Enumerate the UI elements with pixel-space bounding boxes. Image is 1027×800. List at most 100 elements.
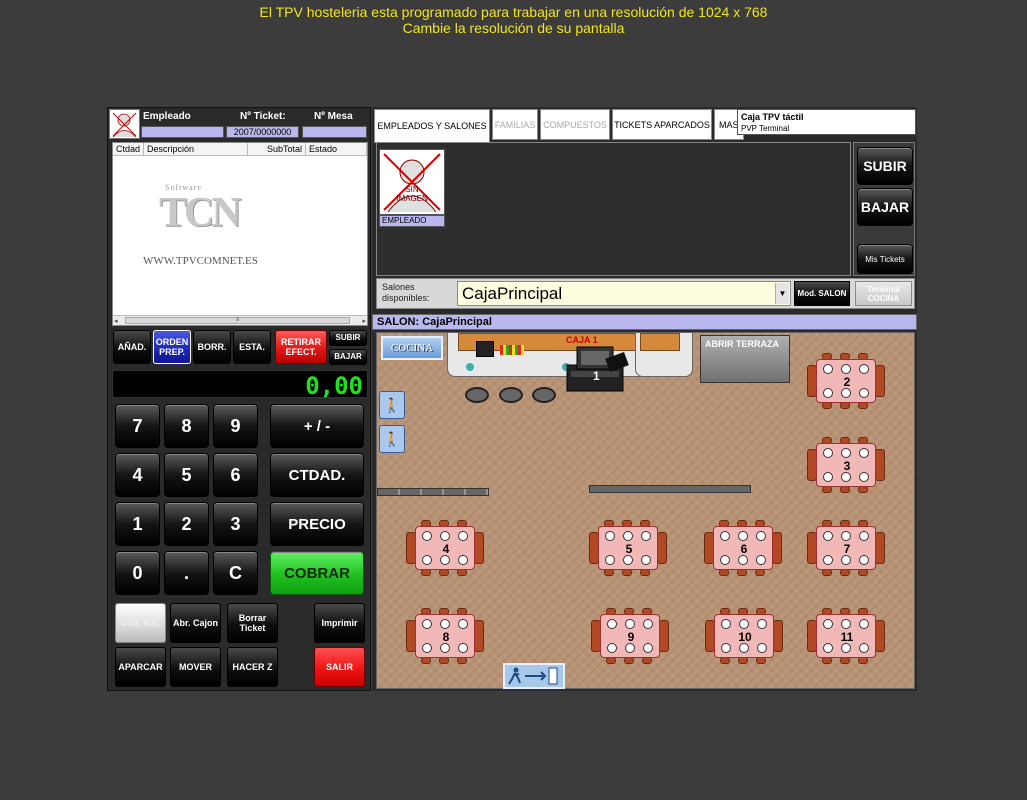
exit-sign-icon: [503, 663, 565, 689]
bar-top: [640, 333, 680, 351]
key-1[interactable]: 1: [115, 502, 160, 546]
table-number: 3: [843, 459, 851, 473]
z-report-button[interactable]: HACER Z: [227, 647, 278, 687]
table-number-field: [302, 126, 367, 138]
tcn-logo: Software TCN WWW.TPVCOMNET.ES: [143, 183, 297, 273]
key-5[interactable]: 5: [164, 453, 209, 497]
side-buttons: SUBIR BAJAR Mis Tickets: [853, 142, 915, 276]
rooms-select-value: CajaPrincipal: [462, 284, 563, 303]
employee-card-label: EMPLEADO: [379, 215, 445, 227]
terminal-title: Caja TPV táctil: [741, 112, 804, 122]
ticket-horizontal-scrollbar[interactable]: ◂ ≡ ▸: [113, 315, 367, 325]
kitchen-terminal-button[interactable]: Terminal COCINA: [855, 281, 912, 306]
park-ticket-button[interactable]: APARCAR: [115, 647, 166, 687]
order-prep-button[interactable]: ORDEN PREP.: [153, 330, 191, 364]
table-number-label: Nº Mesa: [314, 111, 353, 122]
column-header[interactable]: Ctdad: [113, 143, 144, 156]
print-button[interactable]: Imprimir: [314, 603, 365, 643]
waiter-icon[interactable]: 🚶: [379, 425, 405, 453]
tab-parked-tickets[interactable]: TICKETS APARCADOS: [612, 109, 712, 140]
scrollbar-thumb[interactable]: ≡: [125, 317, 350, 324]
table-11[interactable]: 11: [806, 608, 886, 664]
scroll-left-icon[interactable]: ◂: [114, 317, 118, 325]
table-2[interactable]: 2: [806, 353, 886, 409]
key-clear[interactable]: C: [213, 551, 258, 595]
bar-stool-icon: [532, 387, 556, 403]
charge-button[interactable]: COBRAR: [270, 551, 364, 595]
withdraw-cash-button[interactable]: RETIRAR EFECT.: [275, 330, 327, 364]
table-5[interactable]: 5: [588, 520, 668, 576]
state-button[interactable]: ESTA.: [233, 330, 271, 364]
barcode-button[interactable]: Cód. Bar.: [115, 603, 166, 643]
column-header[interactable]: SubTotal: [248, 143, 306, 156]
key-6[interactable]: 6: [213, 453, 258, 497]
amount-value: 0,00: [305, 372, 363, 400]
ticket-panel: Empleado Nº Ticket: Nº Mesa 2007/0000000…: [107, 107, 371, 691]
tab-composites[interactable]: COMPUESTOS: [540, 109, 610, 140]
delete-line-button[interactable]: BORR.: [193, 330, 231, 364]
open-terrace-button[interactable]: ABRIR TERRAZA: [700, 335, 790, 383]
waiter-icon[interactable]: 🚶: [379, 391, 405, 419]
edit-room-button[interactable]: Mod. SALON: [794, 281, 850, 306]
tab-employees-rooms[interactable]: EMPLEADOS Y SALONES: [374, 109, 490, 143]
table-6[interactable]: 6: [703, 520, 783, 576]
exit-button[interactable]: SALIR: [314, 647, 365, 687]
move-button[interactable]: MOVER: [170, 647, 221, 687]
my-tickets-button[interactable]: Mis Tickets: [857, 244, 913, 274]
no-image-text: SIN IMAGEN: [396, 185, 428, 203]
bar-stool-icon: [499, 387, 523, 403]
plus-minus-button[interactable]: + / -: [270, 404, 364, 448]
employee-card[interactable]: SIN IMAGEN EMPLEADO: [379, 149, 445, 229]
ticket-lines-list[interactable]: Ctdad Descripción SubTotal Estado Softwa…: [112, 142, 368, 326]
wall-divider: [377, 488, 489, 496]
chevron-down-icon[interactable]: ▼: [775, 283, 789, 304]
table-number: 4: [442, 542, 450, 556]
employee-list: SIN IMAGEN EMPLEADO: [376, 142, 851, 276]
bajar-button[interactable]: BAJAR: [857, 188, 913, 226]
key-7[interactable]: 7: [115, 404, 160, 448]
delete-ticket-button[interactable]: Borrar Ticket: [227, 603, 278, 643]
price-button[interactable]: PRECIO: [270, 502, 364, 546]
resolution-warning-line2: Cambie la resolución de su pantalla: [402, 20, 625, 36]
terminal-info: Caja TPV táctil PVP Terminal: [737, 109, 916, 135]
scroll-up-button[interactable]: SUBIR: [329, 330, 367, 346]
add-button[interactable]: AÑAD.: [113, 330, 151, 364]
register-number: 1: [593, 369, 600, 383]
table-3[interactable]: 3: [806, 437, 886, 493]
key-4[interactable]: 4: [115, 453, 160, 497]
key-decimal[interactable]: .: [164, 551, 209, 595]
open-drawer-button[interactable]: Abr. Cajon: [170, 603, 221, 643]
tab-families[interactable]: FAMILIAS: [492, 109, 538, 140]
table-8[interactable]: 8: [405, 608, 485, 664]
terminal-subtitle: PVP Terminal: [741, 124, 790, 133]
key-9[interactable]: 9: [213, 404, 258, 448]
subir-button[interactable]: SUBIR: [857, 147, 913, 185]
table-4[interactable]: 4: [405, 520, 485, 576]
table-9[interactable]: 9: [590, 608, 670, 664]
quantity-button[interactable]: CTDAD.: [270, 453, 364, 497]
scroll-right-icon[interactable]: ▸: [362, 317, 366, 325]
key-8[interactable]: 8: [164, 404, 209, 448]
cash-register-icon[interactable]: 1: [559, 341, 639, 395]
table-number: 5: [625, 542, 633, 556]
table-number: 8: [442, 630, 450, 644]
table-number: 7: [843, 542, 851, 556]
table-number: 10: [738, 630, 752, 644]
wall-divider: [589, 485, 751, 493]
scroll-down-button[interactable]: BAJAR: [329, 349, 367, 365]
kitchen-button[interactable]: COCINA: [381, 336, 443, 360]
floor-plan: COCINA CAJA 1 1 ABRIR TERRAZA 🚶 🚶 2 3 4 …: [376, 332, 915, 689]
key-0[interactable]: 0: [115, 551, 160, 595]
ticket-number-label: Nº Ticket:: [240, 111, 286, 122]
bar-counter-right: [635, 333, 693, 377]
table-10[interactable]: 10: [704, 608, 784, 664]
bar-stool-icon: [465, 387, 489, 403]
key-2[interactable]: 2: [164, 502, 209, 546]
rooms-select[interactable]: CajaPrincipal ▼: [457, 281, 791, 306]
ticket-number-field: 2007/0000000: [226, 126, 299, 138]
table-7[interactable]: 7: [806, 520, 886, 576]
tap-icon: [466, 363, 474, 371]
column-header[interactable]: Estado: [306, 143, 367, 156]
key-3[interactable]: 3: [213, 502, 258, 546]
column-header[interactable]: Descripción: [144, 143, 248, 156]
